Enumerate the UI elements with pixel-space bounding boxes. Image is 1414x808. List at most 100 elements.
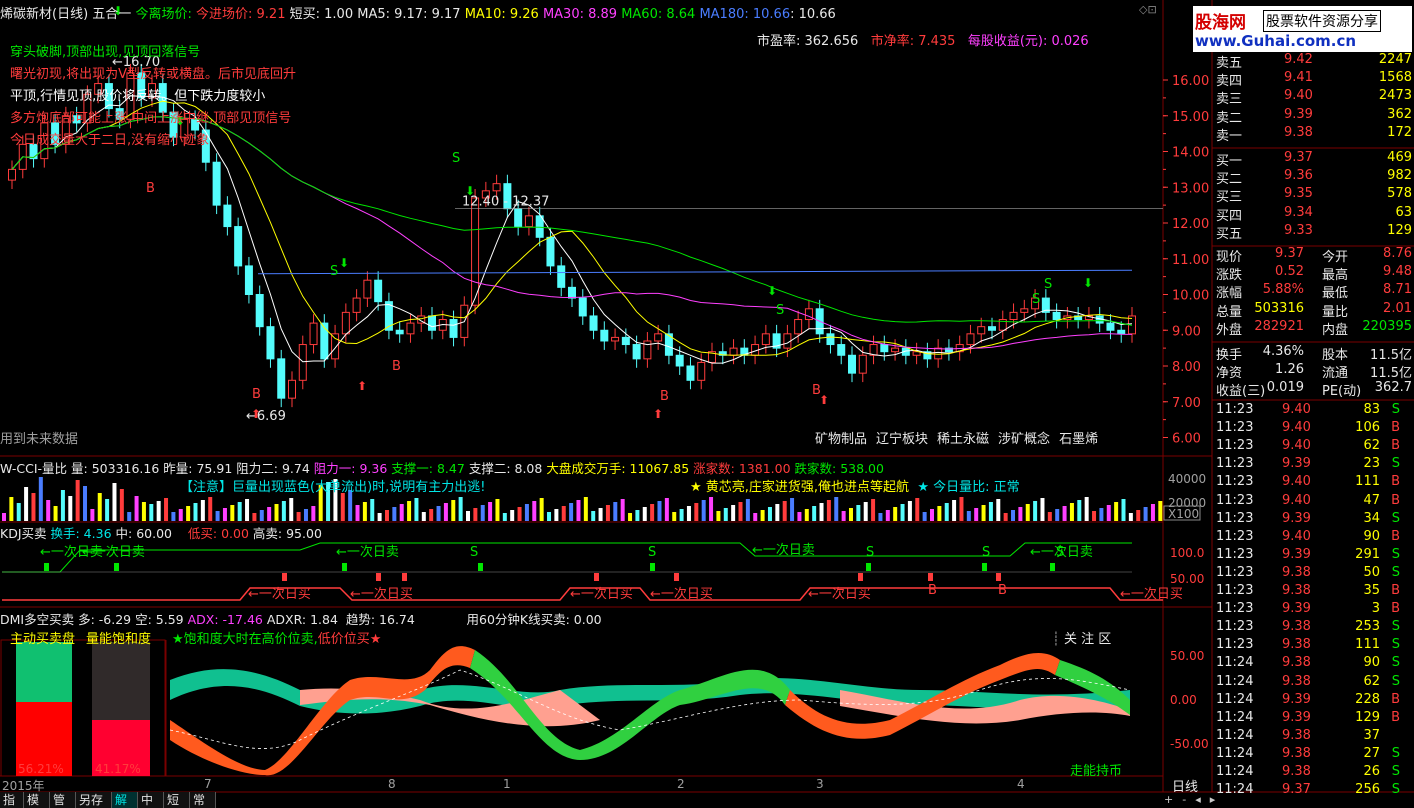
bid-label: 买三 [1216,190,1243,206]
zoom-in-icon[interactable]: + [1164,793,1182,806]
volume-bar [259,510,264,521]
dmi-name[interactable]: DMI多空买卖 [0,612,74,627]
tab-0[interactable]: 指标 [0,792,24,808]
dmi-axis-label: 50.00 [1170,649,1204,663]
bid-row: 买三 9.35 578 [1214,186,1414,206]
volume-bar [605,505,610,521]
volume-bar [421,512,426,521]
kdj-marker [478,563,483,571]
quote-row: 涨跌 0.52 最高 9.48 [1214,264,1414,283]
volume-bar [598,508,603,521]
tick-price: 9.39 [1282,546,1311,562]
dmi-note: ★饱和度大时在高价位卖,低价位买★ [172,628,381,647]
tick-volume: 50 [1363,564,1380,580]
tick-side: S [1391,637,1400,653]
candle-body [568,286,576,299]
scroll-left-icon[interactable]: ◂ [1195,793,1210,806]
volume-bar [775,504,780,521]
volume-bar [1106,505,1111,521]
kdj-name[interactable]: KDJ买卖 [0,526,47,541]
volume-bar [1055,509,1060,521]
quote-label: 涨幅 [1216,286,1243,302]
tab-2[interactable]: 管理 [50,792,76,808]
candle-body [675,354,684,367]
indicator-mode[interactable]: 五合一 [92,7,131,22]
volume-bar [701,500,706,521]
tab-5[interactable]: 中短 [138,792,164,808]
ask-label: 卖三 [1216,92,1243,108]
dmi-note-1: ★饱和度大时在高价位卖, [172,632,318,647]
quote-label-2: 最低 [1322,286,1349,302]
volume-bar [790,498,795,521]
zoom-out-icon[interactable]: - [1182,793,1195,806]
star-note-2: ★ 今日量比: 正常 [917,480,1020,495]
concept-tag[interactable]: 涉矿概念 [998,432,1050,447]
window-controls: ◇⊡ [1139,3,1163,17]
signal-note: 多方炮底部可能上涨,中间上涨中继,顶部见顶信号 [10,111,292,126]
concept-tag[interactable]: 矿物制品 [815,432,867,447]
volume-bar [745,499,750,521]
quote-row: 涨幅 5.88% 最低 8.71 [1214,282,1414,302]
candle-body [374,279,383,303]
star-note-1: ★ 黄芯亮,庄家进货强,俺也进点等起航 [690,480,910,495]
volume-bar [414,498,419,521]
price-axis-label: 11.00 [1172,253,1209,268]
volume-bar [930,509,934,521]
volume-bar [591,511,596,521]
volume-bar [841,511,846,521]
candle-body [686,365,695,381]
stat-value: 1.26 [1275,362,1304,378]
tick-row: 11:23 9.39 3 B [1214,601,1414,619]
volume-bar [267,507,272,521]
tick-side: B [1391,583,1400,598]
tick-row: 11:24 9.39 129 B [1214,710,1414,728]
volume-bar [826,500,831,521]
candle-body [1020,308,1029,313]
tick-row: 11:24 9.38 90 S [1214,655,1414,673]
dmi-wave-red [170,646,475,776]
ask-row: 卖四 9.41 1568 [1214,70,1414,89]
tab-6[interactable]: 短线 [164,792,190,808]
tab-1[interactable]: 模板 [24,792,50,808]
tick-volume: 129 [1355,709,1380,725]
ma5-value-2: : 9.17 [423,7,461,22]
volume-bar [46,500,51,521]
tick-side: S [1391,546,1400,562]
concept-tag[interactable]: 辽宁板块 [876,432,928,447]
tab-7[interactable]: 常规 [190,792,216,808]
volume-bar [753,513,758,521]
tick-price: 9.38 [1282,637,1311,653]
kdj-marker [44,563,49,571]
buy-sell-side-title: 主动买卖盘 [10,632,76,647]
future-data-note: 用到未来数据 [0,432,79,447]
bid-volume: 469 [1387,150,1412,165]
expand-icon[interactable]: ⊡ [1147,3,1156,16]
sell-marker: S [452,151,460,166]
concept-tag[interactable]: 石墨烯 [1059,432,1098,447]
volume-bar [716,511,721,521]
tick-volume: 34 [1363,510,1380,526]
tick-price: 9.40 [1282,420,1311,436]
stat-value-2: 362.7 [1374,380,1412,396]
volume-bar [252,513,257,521]
tick-volume: 62 [1363,673,1380,689]
kdj-marker [650,563,655,571]
tab-3[interactable]: 另存为 [76,792,112,808]
ma30-value: MA30: 8.89 [542,7,618,22]
volume-bar [384,510,389,521]
logo-brand: 股海网 [1195,13,1246,33]
quote-value-2: 220395 [1362,318,1412,334]
tick-price: 9.38 [1282,619,1311,635]
volume-bar [377,513,382,521]
quote-label: 外盘 [1216,322,1243,338]
concept-tag[interactable]: 稀土永磁 [937,432,989,447]
volume-bar [760,510,765,521]
kdj-marker [1050,563,1055,571]
volume-bar [134,496,139,521]
volume-bar [458,497,463,521]
vol-indicator-name[interactable]: W-CCI-量比 [0,461,67,476]
tab-4[interactable]: 解盘 [112,792,138,808]
volume-bar [981,505,986,521]
kdj-marker [982,563,987,571]
tick-time: 11:24 [1216,745,1254,761]
